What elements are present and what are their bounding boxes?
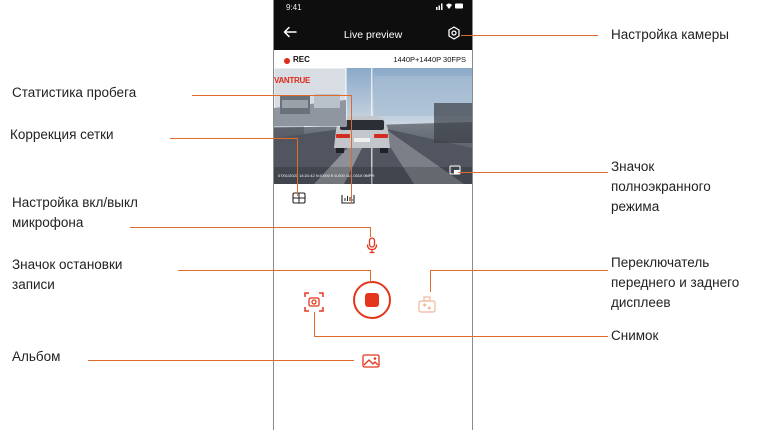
video-timestamp: 07/01/2023 14:21:42 N:0.000 E:0.000 114.… (278, 173, 375, 178)
rec-label: REC (293, 55, 310, 64)
callout-stop-2: записи (12, 277, 55, 292)
callout-switch-3: дисплеев (611, 295, 671, 310)
leader-switch (430, 270, 608, 271)
status-icons (436, 2, 464, 12)
gear-icon[interactable] (447, 26, 461, 40)
stats-icon[interactable] (341, 192, 355, 204)
callout-mic-1: Настройка вкл/выкл (12, 195, 138, 210)
callout-mic-2: микрофона (12, 215, 84, 230)
callout-fullscreen-3: режима (611, 199, 660, 214)
brand-overlay: VANTRUE (274, 76, 310, 85)
album-icon[interactable] (362, 354, 380, 368)
callout-switch-2: переднего и заднего (611, 275, 740, 290)
app-header: 9:41 Live preview (274, 0, 472, 50)
grid-icon[interactable] (292, 192, 306, 204)
video-frame (274, 68, 472, 184)
callout-camera-settings: Настройка камеры (611, 27, 729, 42)
callout-fullscreen-1: Значок (611, 159, 655, 174)
leader-grid-correction (170, 138, 298, 139)
callout-album: Альбом (12, 349, 61, 364)
signal-wifi-battery-icon (436, 3, 463, 10)
stop-record-button[interactable] (353, 281, 391, 319)
leader-camera-settings (461, 35, 598, 36)
callout-switch-1: Переключатель (611, 255, 710, 270)
leader-switch-vertical (430, 270, 431, 292)
leader-mic (130, 227, 370, 228)
recording-status-bar: REC 1440P+1440P 30FPS (274, 54, 472, 68)
stop-icon (365, 293, 379, 307)
leader-trip-stats-vertical (351, 95, 352, 203)
leader-snapshot-vertical (314, 312, 315, 336)
callout-grid-correction: Коррекция сетки (10, 127, 114, 142)
callout-trip-stats: Статистика пробега (12, 85, 137, 100)
callout-fullscreen-2: полноэкранного (611, 179, 711, 194)
leader-mic-vertical (370, 227, 371, 237)
rec-indicator-icon (284, 58, 290, 64)
photo-icon[interactable] (304, 292, 324, 312)
leader-stop-vertical (370, 270, 371, 282)
leader-stop (178, 270, 371, 271)
callout-snapshot: Снимок (611, 328, 659, 343)
status-time: 9:41 (286, 3, 302, 12)
resolution-label: 1440P+1440P 30FPS (393, 55, 466, 64)
callout-stop-1: Значок остановки (12, 257, 123, 272)
leader-snapshot (314, 336, 608, 337)
leader-trip-stats (192, 95, 352, 96)
page-title: Live preview (343, 29, 403, 41)
live-video-preview[interactable]: VANTRUE 07/01/2023 14:21:42 N:0.000 E:0.… (274, 68, 472, 184)
mic-icon[interactable] (366, 237, 378, 254)
leader-grid-correction-vertical (297, 138, 298, 196)
phone-screen: 9:41 Live preview REC 1440P+1440P 30FPS (273, 0, 473, 430)
leader-fullscreen (458, 172, 608, 173)
camera-switch-icon[interactable] (416, 293, 438, 315)
leader-album (88, 360, 354, 361)
